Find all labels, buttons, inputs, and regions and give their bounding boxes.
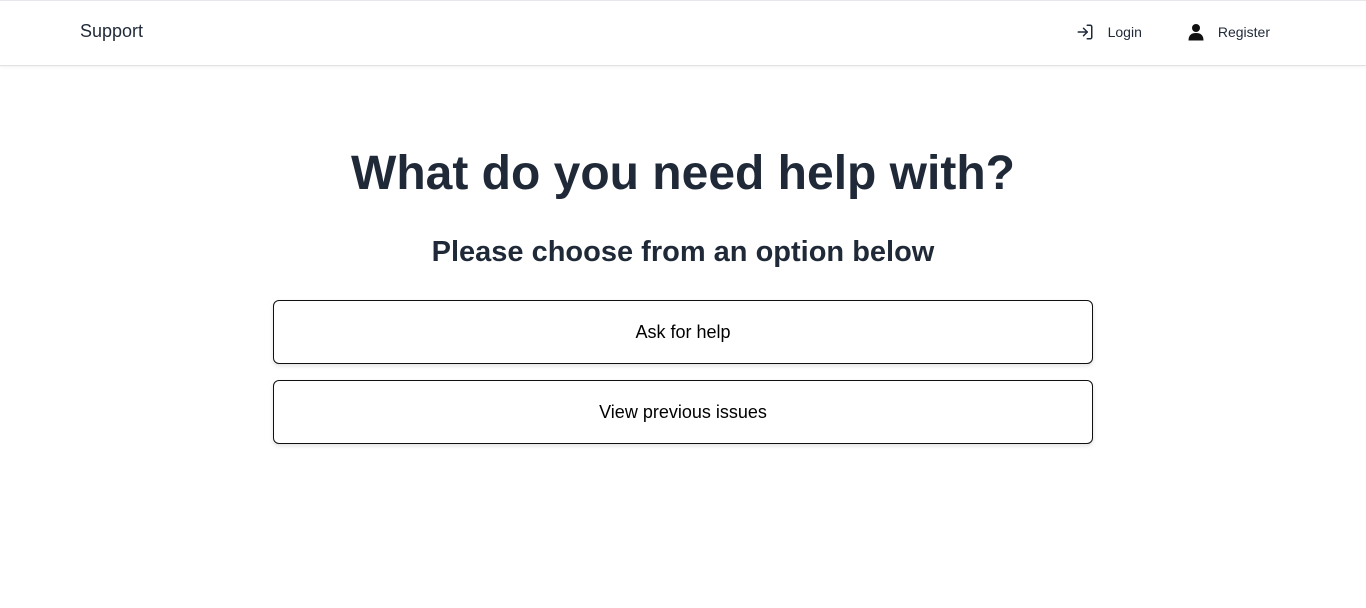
page-subtitle: Please choose from an option below — [431, 236, 935, 268]
header-nav: Login Register — [1076, 23, 1270, 41]
ask-for-help-button[interactable]: Ask for help — [273, 300, 1093, 364]
login-label: Login — [1107, 24, 1142, 40]
view-previous-issues-button[interactable]: View previous issues — [273, 380, 1093, 444]
page-title: What do you need help with? — [351, 147, 1015, 200]
user-icon — [1188, 23, 1204, 41]
register-link[interactable]: Register — [1188, 23, 1270, 41]
register-label: Register — [1217, 24, 1270, 40]
sign-in-icon — [1076, 23, 1094, 41]
brand-link[interactable]: Support — [80, 21, 143, 42]
site-header: Support Login Register — [0, 0, 1366, 66]
login-link[interactable]: Login — [1076, 23, 1142, 41]
